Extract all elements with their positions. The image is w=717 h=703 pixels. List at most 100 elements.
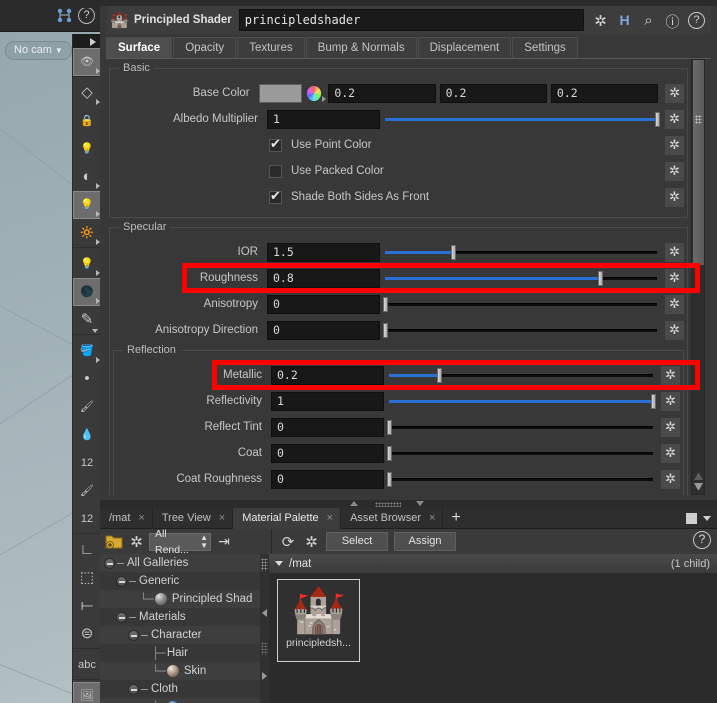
slider-knob[interactable] [387, 420, 392, 435]
parameter-value-field[interactable]: 1 [271, 392, 384, 411]
gear-icon[interactable]: ✲ [592, 12, 609, 29]
stepper-icon[interactable]: ▲▼ [200, 534, 208, 550]
parameter-gear-icon[interactable]: ✲ [665, 84, 684, 103]
tree-splitter[interactable] [260, 554, 269, 703]
tab-surface[interactable]: Surface [106, 37, 172, 58]
maximize-pane-icon[interactable] [686, 513, 697, 524]
search-icon[interactable]: ⌕ [640, 12, 657, 29]
splitter-grip[interactable] [375, 502, 401, 507]
parameter-gear-icon[interactable]: ✲ [665, 243, 684, 262]
palette-item[interactable]: 🏰principledsh... [277, 579, 360, 662]
color-component-field[interactable]: 0.2 [440, 84, 547, 103]
tree-item[interactable]: All Galleries [100, 554, 260, 572]
camera-selector[interactable]: No cam▼ [5, 41, 72, 60]
slider-knob[interactable] [383, 323, 388, 338]
new-folder-icon[interactable] [105, 533, 124, 550]
parameter-value-field[interactable]: 0 [271, 444, 384, 463]
slider-knob[interactable] [387, 472, 392, 487]
parameter-value-field[interactable]: 0.2 [271, 366, 384, 385]
parameter-gear-icon[interactable]: ✲ [665, 321, 684, 340]
parameter-gear-icon[interactable]: ✲ [665, 110, 684, 129]
viewport-tool-numbered-point-icon[interactable]: 12 [73, 449, 101, 477]
viewport-tool-image-plane-icon[interactable]: 🖼 [73, 682, 101, 703]
viewport-tool-add-light-icon[interactable]: 💡 [73, 250, 101, 278]
color-swatch[interactable] [259, 84, 303, 103]
tab-opacity[interactable]: Opacity [173, 37, 236, 58]
checkbox-use-point-color[interactable] [269, 139, 282, 152]
parameter-value-field[interactable]: 0 [267, 295, 380, 314]
select-button[interactable]: Select [326, 532, 388, 551]
splitter-down-arrow-icon[interactable] [416, 501, 424, 506]
viewport-tool-text-abc-icon[interactable]: abc [73, 651, 101, 679]
slider-track[interactable] [385, 321, 657, 340]
color-component-field[interactable]: 0.2 [551, 84, 658, 103]
gallery-tree[interactable]: All GalleriesGeneric└─Principled ShadMat… [100, 554, 260, 703]
chevron-down-icon[interactable] [703, 516, 711, 521]
splitter-up-arrow-icon[interactable] [350, 501, 358, 506]
tab-settings[interactable]: Settings [512, 37, 578, 58]
close-icon[interactable]: × [327, 512, 333, 524]
tree-collapse-icon[interactable] [128, 684, 139, 695]
viewport-tool-material-sphere-icon[interactable]: 🌑 [73, 278, 101, 306]
bottom-tab-asset-browser[interactable]: Asset Browser× [341, 508, 443, 529]
parameter-gear-icon[interactable]: ✲ [665, 162, 684, 181]
tool-column-collapse[interactable] [73, 34, 100, 48]
network-nodes-icon[interactable] [56, 8, 74, 24]
slider-knob[interactable] [387, 446, 392, 461]
viewport-tool-paint-icon[interactable]: ✎ [73, 306, 101, 334]
close-icon[interactable]: × [429, 512, 435, 524]
slider-knob[interactable] [655, 112, 660, 127]
viewport-tool-disk-icon[interactable]: ⊜ [73, 620, 101, 648]
viewport-tool-numbered-face-icon[interactable]: 12 [73, 505, 101, 533]
help-circle-icon[interactable]: ? [693, 531, 711, 549]
parameter-gear-icon[interactable]: ✲ [665, 188, 684, 207]
close-icon[interactable]: × [138, 512, 144, 524]
parameter-tab-bar[interactable]: SurfaceOpacityTexturesBump & NormalsDisp… [106, 37, 711, 59]
viewport-tool-light-bulb-icon[interactable]: 💡 [73, 191, 101, 219]
viewport-tool-normals-icon[interactable]: ⟝ [73, 592, 101, 620]
viewport-tool-display-options-icon[interactable]: 👁 [73, 48, 101, 76]
parameter-gear-icon[interactable]: ✲ [661, 444, 680, 463]
parameter-gear-icon[interactable]: ✲ [661, 418, 680, 437]
bottom-tab--mat[interactable]: /mat× [100, 508, 153, 529]
tree-item[interactable]: Character [100, 626, 260, 644]
tree-collapse-icon[interactable] [104, 558, 115, 569]
tree-item[interactable]: ├─ [100, 698, 260, 703]
expand-right-arrow-icon[interactable] [262, 672, 267, 680]
viewport-tool-measure-angle-icon[interactable]: ∟ [73, 536, 101, 564]
tree-item[interactable]: └─Skin [100, 662, 260, 680]
parameter-scrollbar[interactable] [691, 59, 705, 495]
viewport-tool-fill-tool-icon[interactable]: 🖌 [73, 477, 101, 505]
parameter-value-field[interactable]: 0 [267, 321, 380, 340]
viewport-tool-eyedropper-icon[interactable]: 💧 [73, 421, 101, 449]
slider-track[interactable] [389, 418, 653, 437]
gear-icon[interactable]: ✲ [128, 533, 145, 550]
palette-path-bar[interactable]: /mat (1 child) [269, 554, 717, 573]
viewport-tool-paint-bucket-icon[interactable]: 🪣 [73, 337, 101, 365]
forward-arrow-icon[interactable]: ⇥ [215, 533, 233, 550]
gallery-filter-dropdown[interactable]: All Rend... ▲▼ [149, 533, 211, 551]
parameter-gear-icon[interactable]: ✲ [665, 269, 684, 288]
parameter-value-field[interactable]: 0.8 [267, 269, 380, 288]
tab-displacement[interactable]: Displacement [418, 37, 512, 58]
info-icon[interactable]: ⓘ [664, 12, 681, 29]
scroll-down-arrow-icon[interactable] [694, 483, 703, 492]
tree-collapse-icon[interactable] [116, 576, 127, 587]
chevron-down-icon[interactable] [275, 561, 283, 566]
viewport-tool-column[interactable]: 👁◇🔒💡◐💡🔆💡🌑✎🪣•🖌💧12🖌12∟⬚⟝⊜abc🖼📍 [72, 34, 100, 703]
tree-item[interactable]: ├─Hair [100, 644, 260, 662]
slider-track[interactable] [389, 392, 653, 411]
parameter-value-field[interactable]: 1.5 [267, 243, 380, 262]
checkbox-shade-both-sides-as-front[interactable] [269, 191, 282, 204]
add-tab-button[interactable]: + [443, 509, 468, 527]
node-name-input[interactable]: principledshader [239, 9, 584, 31]
help-icon[interactable]: ? [688, 12, 705, 29]
tree-item[interactable]: Cloth [100, 680, 260, 698]
tree-item[interactable]: Materials [100, 608, 260, 626]
parameter-value-field[interactable]: 0 [271, 470, 384, 489]
viewport-tool-headlight-icon[interactable]: 🔆 [73, 219, 101, 247]
parameter-gear-icon[interactable]: ✲ [661, 366, 680, 385]
parameter-gear-icon[interactable]: ✲ [661, 470, 680, 489]
viewport-tool-bounding-box-icon[interactable]: ⬚ [73, 564, 101, 592]
viewport-tool-brush-icon[interactable]: 🖌 [73, 393, 101, 421]
